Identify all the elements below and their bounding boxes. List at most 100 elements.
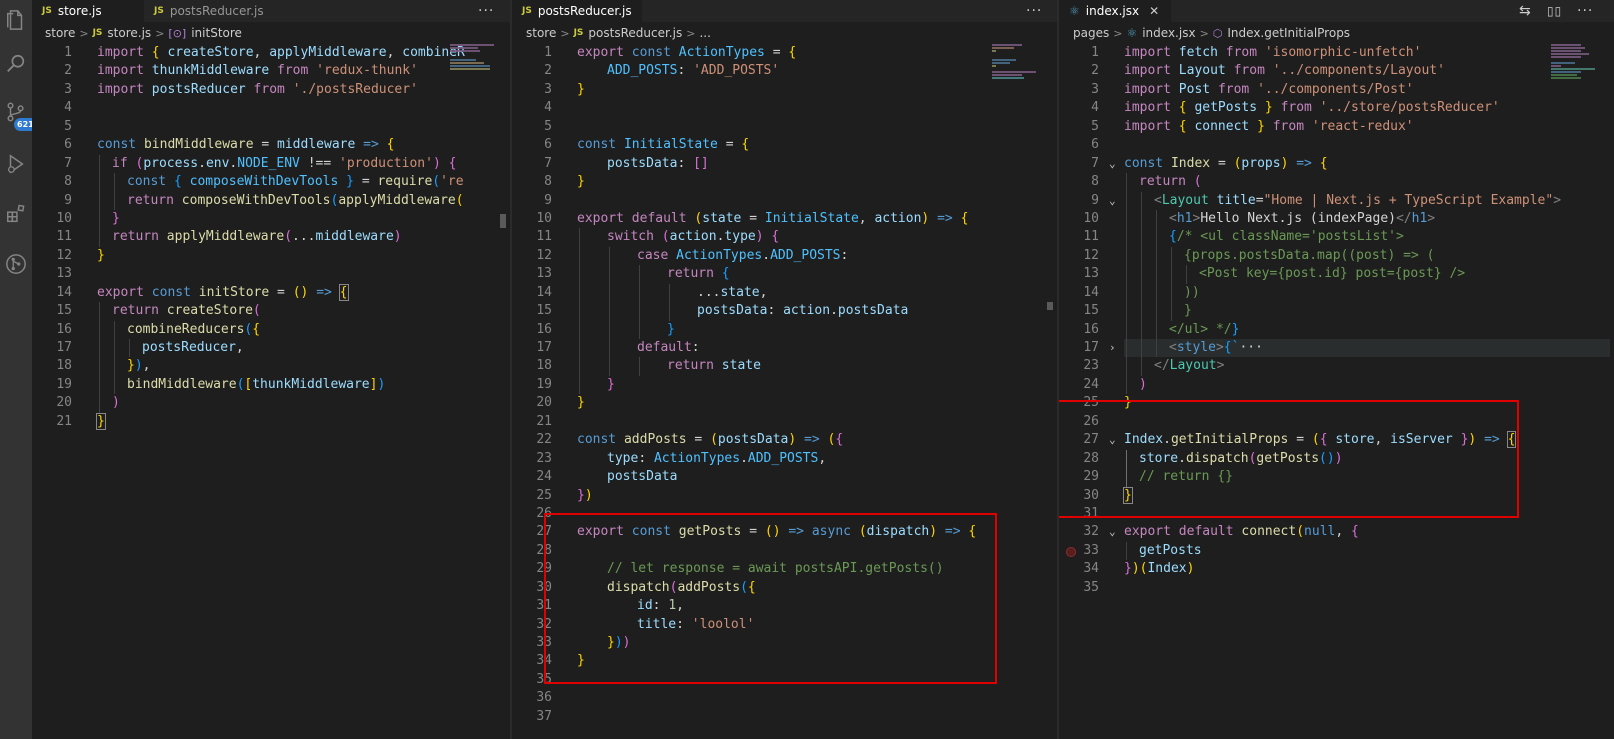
- breadcrumb-folder[interactable]: pages: [1073, 26, 1109, 40]
- files-icon[interactable]: [4, 8, 28, 32]
- code-line: 13: [32, 265, 510, 283]
- token: InitialState: [764, 210, 859, 226]
- token: =: [261, 137, 270, 153]
- token: from: [1217, 81, 1250, 97]
- token: </: [1395, 210, 1412, 226]
- line-number: 17: [1083, 340, 1099, 355]
- chevron-down-icon[interactable]: ⌄: [1109, 155, 1116, 173]
- tab-postsreducer-js[interactable]: JS postsReducer.js: [512, 0, 642, 22]
- token: '../components/Layout': [1272, 63, 1445, 79]
- breadcrumb-file[interactable]: postsReducer.js: [588, 26, 682, 40]
- token: }: [577, 81, 585, 97]
- breadcrumb-symbol[interactable]: ...: [699, 26, 710, 40]
- token: =>: [804, 432, 820, 448]
- minimap[interactable]: [450, 44, 496, 71]
- code-line: 9: [512, 192, 1057, 210]
- code-line: 1 import { createStore, applyMiddleware, …: [32, 44, 510, 62]
- code-editor[interactable]: 1 import { createStore, applyMiddleware, …: [32, 44, 510, 431]
- code-line: 10 <h1>Hello Next.js (indexPage)</h1>: [1059, 209, 1614, 229]
- token: createStore: [166, 303, 253, 319]
- token: =: [772, 45, 781, 60]
- token: ActionTypes: [676, 247, 763, 263]
- close-icon[interactable]: ✕: [1149, 4, 1159, 18]
- code-line: 16 combineReducers({: [32, 320, 510, 339]
- token: (: [1193, 174, 1202, 190]
- token: thunkMiddleware: [151, 63, 270, 79]
- tab-store-js[interactable]: JS store.js: [32, 0, 144, 22]
- chevron-down-icon[interactable]: ⌄: [1109, 192, 1116, 210]
- code-line: 25}): [512, 487, 1057, 505]
- run-debug-icon[interactable]: [4, 152, 28, 176]
- token: }: [607, 376, 615, 392]
- token: }: [577, 395, 585, 411]
- code-line: 7 if (process.env.NODE_ENV !== 'productio…: [32, 154, 510, 174]
- code-line: 10 export default (state = InitialState, …: [512, 210, 1057, 228]
- pane-divider[interactable]: [510, 0, 512, 739]
- breadcrumb-file[interactable]: index.jsx: [1142, 26, 1195, 40]
- more-actions-icon[interactable]: ···: [1026, 0, 1042, 22]
- breadcrumb-folder[interactable]: store: [45, 26, 75, 40]
- compare-icon[interactable]: ⇆: [1519, 0, 1532, 22]
- token: }: [667, 321, 675, 337]
- code-line: 10}: [32, 209, 510, 229]
- vertical-scrollbar[interactable]: [1043, 44, 1057, 739]
- token: {`: [1223, 340, 1240, 355]
- line-number: 13: [536, 266, 552, 282]
- line-number: 12: [56, 247, 72, 263]
- token: import: [97, 45, 144, 60]
- token: >: [1427, 210, 1436, 226]
- react-file-icon: ⚛: [1069, 4, 1080, 18]
- vertical-scrollbar[interactable]: [496, 44, 510, 739]
- tab-postsreducer-js[interactable]: JS postsReducer.js: [144, 0, 290, 22]
- code-line: 15 return createStore(: [32, 302, 510, 321]
- chevron-right-icon[interactable]: ›: [1109, 339, 1116, 357]
- code-line: 1 import fetch from 'isomorphic-unfetch': [1059, 44, 1614, 62]
- token: process: [143, 155, 199, 171]
- breadcrumb-file[interactable]: store.js: [107, 26, 151, 40]
- code-line: 11 return applyMiddleware(...middleware): [32, 228, 510, 247]
- line-number: 17: [56, 340, 72, 355]
- search-icon[interactable]: [4, 52, 28, 76]
- token: ): [1186, 561, 1195, 577]
- more-actions-icon[interactable]: ···: [478, 0, 494, 22]
- minimap[interactable]: [992, 44, 1038, 80]
- breadcrumb-folder[interactable]: store: [526, 26, 556, 40]
- breadcrumb-symbol[interactable]: Index.getInitialProps: [1227, 26, 1350, 40]
- code-line: 4: [512, 99, 1057, 117]
- breadcrumb-symbol[interactable]: initStore: [191, 26, 242, 40]
- line-number: 5: [1091, 118, 1099, 134]
- pane-divider[interactable]: [1057, 0, 1059, 739]
- token: {: [173, 174, 190, 190]
- git-graph-icon[interactable]: [4, 252, 28, 276]
- token: :: [677, 63, 686, 79]
- more-actions-icon[interactable]: ···: [1577, 0, 1593, 22]
- token: :: [691, 340, 700, 355]
- token: 'react-redux': [1311, 118, 1414, 134]
- split-editor-icon[interactable]: ▯▯: [1547, 0, 1562, 22]
- token: h1: [1176, 210, 1193, 226]
- line-number: 19: [56, 376, 72, 392]
- token: 'redux-thunk': [316, 63, 418, 79]
- token: composeWithDevTools: [189, 174, 339, 190]
- minimap[interactable]: [1551, 44, 1597, 80]
- token: Post: [1178, 81, 1211, 97]
- line-number: 14: [56, 284, 72, 300]
- token: const: [97, 137, 137, 153]
- token: ): [584, 487, 593, 503]
- extensions-icon[interactable]: [4, 202, 28, 226]
- tab-index-jsx[interactable]: ⚛ index.jsx ✕: [1059, 0, 1171, 22]
- vertical-scrollbar[interactable]: [1600, 44, 1614, 739]
- token: ...: [292, 229, 316, 245]
- symbol-icon: [⊙]: [168, 26, 187, 40]
- code-line: 21: [512, 413, 1057, 431]
- chevron-right-icon: >: [1113, 26, 1123, 40]
- token: default: [637, 340, 692, 355]
- line-number: 32: [1083, 524, 1099, 540]
- code-line: 17 default:: [512, 339, 1057, 358]
- code-line: 34})(Index): [1059, 560, 1614, 578]
- token: {: [741, 137, 750, 153]
- token: </ul> */: [1169, 321, 1232, 337]
- chevron-down-icon[interactable]: ⌄: [1109, 523, 1116, 541]
- code-line: 19 bindMiddleware([thunkMiddleware]): [32, 375, 510, 395]
- token: {: [1169, 229, 1177, 245]
